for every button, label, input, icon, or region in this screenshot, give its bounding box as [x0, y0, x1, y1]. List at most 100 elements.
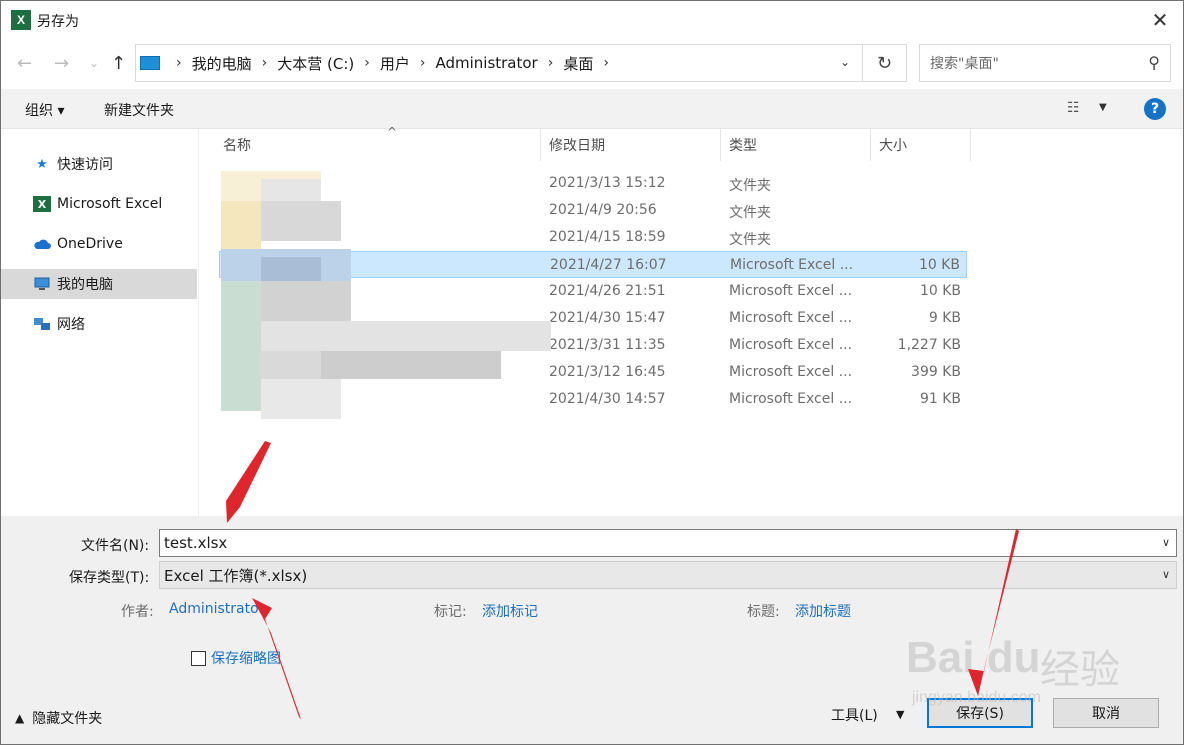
row-date: 2021/4/9 20:56 — [549, 202, 657, 218]
save-thumbnail-checkbox[interactable] — [191, 651, 206, 666]
breadcrumb-chevron-icon[interactable]: › — [420, 55, 426, 71]
sidebar-item-my-computer[interactable]: 我的电脑 — [1, 269, 197, 299]
column-header-label: 大小 — [879, 138, 907, 154]
add-title-link[interactable]: 添加标题 — [795, 601, 851, 621]
filename-value: test.xlsx — [164, 534, 228, 552]
filename-label: 文件名(N): — [81, 538, 150, 554]
row-date: 2021/4/26 21:51 — [549, 283, 666, 299]
hide-folders-label: 隐藏文件夹 — [32, 711, 103, 727]
tools-dropdown-icon[interactable]: ▼ — [896, 708, 904, 721]
chevron-down-icon[interactable]: ∨ — [1162, 568, 1170, 581]
column-header-label: 名称 — [223, 138, 251, 154]
column-header-type[interactable]: 类型 — [721, 129, 871, 161]
obscured-file-names — [221, 171, 561, 421]
author-value-link[interactable]: Administrator — [169, 601, 264, 617]
search-icon[interactable]: ⚲ — [1148, 53, 1160, 72]
title-bar: X 另存为 ✕ — [1, 1, 1183, 39]
search-placeholder: 搜索"桌面" — [930, 56, 999, 72]
breadcrumb-chevron-icon[interactable]: › — [364, 55, 370, 71]
column-header-label: 类型 — [729, 138, 757, 154]
row-date: 2021/4/30 14:57 — [549, 391, 666, 407]
save-as-dialog: X 另存为 ✕ ← → ⌄ ↑ › 我的电脑 › 大本营 (C:) › 用户 ›… — [0, 0, 1184, 745]
row-date: 2021/3/31 11:35 — [549, 337, 666, 353]
row-date: 2021/4/27 16:07 — [550, 257, 667, 273]
row-date: 2021/4/15 18:59 — [549, 229, 666, 245]
author-label: 作者: — [121, 604, 154, 620]
search-input[interactable]: 搜索"桌面" ⚲ — [919, 44, 1171, 82]
watermark-brand: Bai du — [906, 633, 1041, 682]
command-toolbar: 组织 ▾ 新建文件夹 ☷ ▼ ? — [1, 89, 1183, 129]
save-thumbnail-label[interactable]: 保存缩略图 — [211, 648, 281, 668]
row-type: Microsoft Excel ... — [729, 283, 853, 299]
recent-locations-chevron-icon[interactable]: ⌄ — [89, 56, 99, 70]
filetype-select[interactable]: Excel 工作簿(*.xlsx) ∨ — [159, 561, 1177, 589]
row-size: 1,227 KB — [897, 337, 961, 353]
column-header-size[interactable]: 大小 — [871, 129, 971, 161]
row-type: Microsoft Excel ... — [729, 391, 853, 407]
row-date: 2021/3/13 15:12 — [549, 175, 666, 191]
cloud-icon — [33, 236, 51, 252]
address-bar[interactable]: › 我的电脑 › 大本营 (C:) › 用户 › Administrator ›… — [135, 44, 863, 82]
breadcrumb-administrator[interactable]: Administrator — [435, 54, 537, 72]
breadcrumb-chevron-icon[interactable]: › — [176, 55, 182, 71]
row-size: 10 KB — [919, 283, 961, 299]
filename-input[interactable]: test.xlsx ∨ — [159, 529, 1177, 557]
baidu-watermark: Bai du 经验 jingyan.baidu.com — [906, 623, 1166, 706]
breadcrumb-chevron-icon[interactable]: › — [603, 55, 609, 71]
close-button[interactable]: ✕ — [1137, 1, 1183, 39]
watermark-url: jingyan.baidu.com — [912, 689, 1041, 706]
back-arrow-icon[interactable]: ← — [17, 53, 32, 74]
view-dropdown-chevron-icon[interactable]: ▼ — [1099, 102, 1107, 113]
column-header-label: 修改日期 — [549, 138, 605, 154]
sidebar-item-label: OneDrive — [57, 236, 123, 252]
breadcrumb-chevron-icon[interactable]: › — [262, 55, 268, 71]
sidebar-item-label: 网络 — [57, 317, 85, 333]
sidebar-item-microsoft-excel[interactable]: X Microsoft Excel — [1, 189, 197, 219]
row-type: Microsoft Excel ... — [730, 257, 854, 273]
row-type: 文件夹 — [729, 178, 771, 194]
refresh-button[interactable]: ↻ — [863, 44, 907, 82]
navigation-bar: ← → ⌄ ↑ › 我的电脑 › 大本营 (C:) › 用户 › Adminis… — [1, 41, 1183, 85]
up-arrow-icon[interactable]: ↑ — [111, 53, 126, 74]
organize-menu-button[interactable]: 组织 ▾ — [25, 100, 64, 120]
sidebar-item-label: 我的电脑 — [57, 277, 113, 293]
address-dropdown-chevron-icon[interactable]: ⌄ — [840, 55, 850, 69]
sidebar-item-quick-access[interactable]: ★ 快速访问 — [1, 149, 197, 179]
row-type: 文件夹 — [729, 205, 771, 221]
add-tags-link[interactable]: 添加标记 — [482, 601, 538, 621]
computer-icon — [140, 56, 160, 70]
view-options-icon[interactable]: ☷ — [1067, 100, 1080, 116]
hide-folders-toggle[interactable]: ▲ 隐藏文件夹 — [15, 708, 102, 728]
network-icon — [33, 316, 51, 332]
row-size: 91 KB — [919, 391, 961, 407]
breadcrumb-my-computer[interactable]: 我的电脑 — [192, 53, 252, 74]
column-header-name[interactable]: 名称 ^ — [215, 125, 541, 161]
excel-icon: X — [33, 196, 51, 212]
row-date: 2021/3/12 16:45 — [549, 364, 666, 380]
forward-arrow-icon[interactable]: → — [54, 53, 69, 74]
filetype-label: 保存类型(T): — [69, 570, 150, 586]
chevron-down-icon[interactable]: ∨ — [1162, 536, 1170, 549]
sidebar-item-label: 快速访问 — [57, 157, 113, 173]
row-type: Microsoft Excel ... — [729, 364, 853, 380]
breadcrumb-c-drive[interactable]: 大本营 (C:) — [277, 53, 354, 74]
column-header-date[interactable]: 修改日期 — [541, 129, 721, 161]
tags-label: 标记: — [434, 604, 467, 620]
chevron-up-icon: ▲ — [15, 711, 25, 725]
breadcrumb-chevron-icon[interactable]: › — [548, 55, 554, 71]
tools-menu-button[interactable]: 工具(L) — [831, 705, 878, 725]
sidebar-item-network[interactable]: 网络 — [1, 309, 197, 339]
window-title: 另存为 — [37, 14, 79, 30]
row-size: 10 KB — [918, 257, 960, 273]
new-folder-button[interactable]: 新建文件夹 — [104, 100, 174, 120]
star-icon: ★ — [36, 156, 48, 172]
row-type: Microsoft Excel ... — [729, 310, 853, 326]
sidebar-item-label: Microsoft Excel — [57, 196, 163, 212]
breadcrumb-desktop[interactable]: 桌面 — [563, 53, 593, 74]
breadcrumb-users[interactable]: 用户 — [380, 53, 410, 74]
sidebar-item-onedrive[interactable]: OneDrive — [1, 229, 197, 259]
row-size: 399 KB — [911, 364, 961, 380]
title-label: 标题: — [747, 604, 780, 620]
help-icon[interactable]: ? — [1144, 98, 1166, 120]
navigation-pane: ★ 快速访问 X Microsoft Excel OneDrive 我的电脑 网… — [1, 129, 199, 516]
